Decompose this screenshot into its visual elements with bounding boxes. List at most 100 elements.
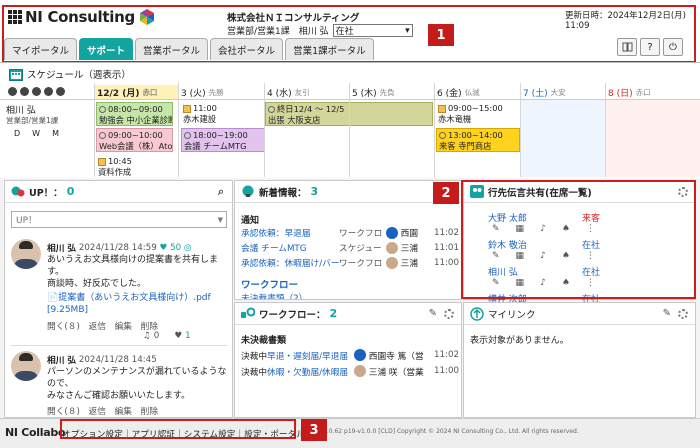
workflow-user: 三浦 咲（営業 (368, 367, 424, 378)
attachment-size: [9.25MB] (47, 305, 89, 315)
event-time: 11:00 (193, 103, 217, 113)
event-title: 出張 大阪支店 (268, 115, 321, 125)
day-header-2[interactable]: 4 (水) 友引 (265, 85, 349, 99)
prev-week-icon[interactable] (20, 87, 29, 96)
attachment-link[interactable]: 提案書（あいうえお文具様向け）.pdf (58, 293, 210, 303)
event-status-icon (99, 106, 106, 113)
workflow-status: 決裁中 (241, 351, 268, 362)
news-item-title[interactable]: 承認依頼：休暇届け/バー (241, 256, 339, 269)
news-list: 承認依頼：早退届 ワークフロ 西園 11:02 会議 チームMTG スケジュー 三浦 11:0… (241, 225, 459, 270)
post-text-line: パーソンのメンテナンスが漏れているような (47, 367, 227, 377)
news-item-type: ワークフロ (338, 259, 383, 269)
news-item[interactable]: 承認依頼：早退届 ワークフロ 西園 11:02 (241, 225, 459, 240)
post-actions[interactable]: 開く(８) 返信 編集 削除 (47, 319, 158, 332)
news-panel: 新着情報： 3 通知 承認依頼：早退届 ワークフロ 西園 11:02 会議 チームMTG… (234, 180, 462, 300)
post-body: あいうえお文具様向けの提案書を共有しま す。 商談時、好反応でした。 📄提案書（… (47, 254, 232, 316)
avatar (11, 351, 41, 381)
event-mon-study[interactable]: 08:00~09:00 勉強会 中小企業診断士 (96, 102, 173, 126)
event-mon-webmeeting[interactable]: 09:00~10:00 Web会議（株）AtoZ (96, 128, 173, 152)
reply-music-icon[interactable]: ♫ (143, 331, 151, 341)
event-status-icon (439, 132, 446, 139)
event-title: 資料作成 (98, 167, 132, 177)
edit-pencil-icon[interactable]: ✎ (663, 308, 671, 319)
day-rokuyo: 先負 (379, 87, 395, 97)
up-header: UP！： 0 ⌕ (5, 181, 232, 203)
event-tue-teammtg[interactable]: 18:00~19:00 会議 チームMTG (181, 128, 265, 152)
schedule-grid: 相川 弘 営業部/営業1課 DWM 08:00~09:00 勉強会 中小企業診断… (0, 83, 700, 177)
news-item-user: 三浦 (400, 259, 419, 269)
workflow-icon (241, 307, 255, 318)
workflow-link[interactable]: 早退・遅刻届/早退届 (267, 349, 354, 362)
up-input[interactable]: UP！ ▼ (11, 211, 227, 228)
day-header-1[interactable]: 3 (火) 先勝 (179, 85, 263, 99)
event-fri-akagi[interactable]: 09:00~15:00 赤木竜機 (436, 102, 520, 126)
day-header-0[interactable]: 12/2 (月) 赤口 (95, 85, 179, 99)
badge-1: 1 (428, 24, 454, 46)
event-mon-doc[interactable]: 10:45 資料作成 (96, 155, 173, 177)
view-button-0[interactable]: D (14, 129, 20, 138)
day-rokuyo: 仏滅 (464, 87, 480, 97)
event-time: 18:00~19:00 (193, 130, 248, 140)
event-title: Web会議（株）AtoZ (99, 141, 173, 151)
person-dept: 営業部/営業1課 (6, 116, 59, 125)
up-input-placeholder: UP！ (16, 216, 38, 226)
mylink-settings-gear-icon[interactable] (678, 309, 688, 319)
event-title: 会議 チームMTG (184, 141, 247, 151)
post-author[interactable]: 相川 弘 (47, 353, 76, 366)
attach-file-icon: 📄 (47, 293, 59, 303)
day-header-divider (0, 99, 700, 100)
workflow-list: 決裁中 早退・遅刻届/早退届 西園寺 篤（営 11:02 決裁中休暇・欠勤届/休暇届 三浦… (241, 347, 459, 379)
schedule-panel: スケジュール（週表示） 相川 弘 営業部/営業1課 DWM 08:00~09:0… (0, 62, 700, 178)
today-icon[interactable] (32, 87, 41, 96)
news-item[interactable]: 承認依頼：休暇届け/バー ワークフロ 三浦 11:00 (241, 255, 459, 270)
view-switch: DWM (14, 129, 59, 138)
day-header-3[interactable]: 5 (木) 先負 (350, 85, 434, 99)
day-label: 5 (木) (352, 88, 377, 99)
news-item[interactable]: 会議 チームMTG スケジュー 三浦 11:01 (241, 240, 459, 255)
up-chat-icon (11, 186, 25, 196)
highlight-box-3 (60, 419, 296, 439)
event-tue-akagi[interactable]: 11:00 赤木建設 (181, 102, 261, 126)
view-button-1[interactable]: W (32, 129, 40, 138)
heart-icon[interactable]: ♥ (174, 331, 182, 341)
event-title: 赤木建設 (183, 114, 217, 124)
news-item-title[interactable]: 承認依頼：早退届 (241, 226, 339, 239)
workflow-settings-gear-icon[interactable] (444, 309, 454, 319)
workflow-link[interactable]: 休暇・欠勤届/休暇届 (267, 365, 354, 378)
post-author[interactable]: 相川 弘 (47, 241, 76, 254)
post-meta: 相川 弘 2024/11/28 14:45 (47, 353, 157, 367)
news-item-title[interactable]: 会議 チームMTG (241, 241, 339, 254)
day-rokuyo: 大安 (550, 87, 566, 97)
search-icon[interactable]: ⌕ (218, 185, 224, 199)
up-panel: UP！： 0 ⌕ UP！ ▼ 相川 弘 2024/11/28 14:59 ♥ 5… (4, 180, 233, 418)
read-ok-icon: ◎ (183, 242, 192, 253)
user-avatar-icon (385, 241, 398, 254)
day-header-6[interactable]: 8 (日) 赤口 (606, 85, 690, 99)
event-fri-visitor[interactable]: 13:00~14:00 来客 寺門商店 (436, 128, 520, 152)
badge-3: 3 (301, 419, 327, 441)
prev-month-icon[interactable] (8, 87, 17, 96)
day-header-4[interactable]: 6 (金) 仏滅 (435, 85, 519, 99)
workflow-time: 11:02 (433, 350, 459, 360)
post-actions[interactable]: 開く(８) 返信 編集 削除 (47, 404, 158, 417)
view-button-2[interactable]: M (52, 129, 59, 138)
edit-pencil-icon[interactable]: ✎ (429, 308, 437, 319)
news-section-workflow[interactable]: ワークフロー (241, 277, 298, 291)
user-avatar-icon (353, 365, 366, 377)
day-label: 4 (水) (267, 88, 292, 99)
workflow-item[interactable]: 決裁中 早退・遅刻届/早退届 西園寺 篤（営 11:02 (241, 347, 459, 363)
next-month-icon[interactable] (56, 87, 65, 96)
post-reactions: ♫ 0 ♥ 1 (143, 331, 191, 341)
workflow-header: ワークフロー： 2 (235, 303, 461, 325)
like-heart-icon[interactable]: ♥ (160, 243, 168, 253)
day-label: 6 (金) (437, 88, 462, 99)
schedule-title-text: スケジュール（週表示） (27, 70, 131, 81)
day-header-5[interactable]: 7 (土) 大安 (521, 85, 605, 99)
next-week-icon[interactable] (44, 87, 53, 96)
event-time: 08:00~09:00 (108, 104, 163, 114)
workflow-item[interactable]: 決裁中 休暇・欠勤届/休暇届 三浦 咲（営業 11:00 (241, 363, 459, 379)
news-item-user: 三浦 (400, 244, 419, 254)
badge-2: 2 (433, 182, 459, 204)
workflow-count: 2 (329, 307, 338, 320)
news-cut-item[interactable]: 未決裁書類（2） (241, 291, 307, 299)
